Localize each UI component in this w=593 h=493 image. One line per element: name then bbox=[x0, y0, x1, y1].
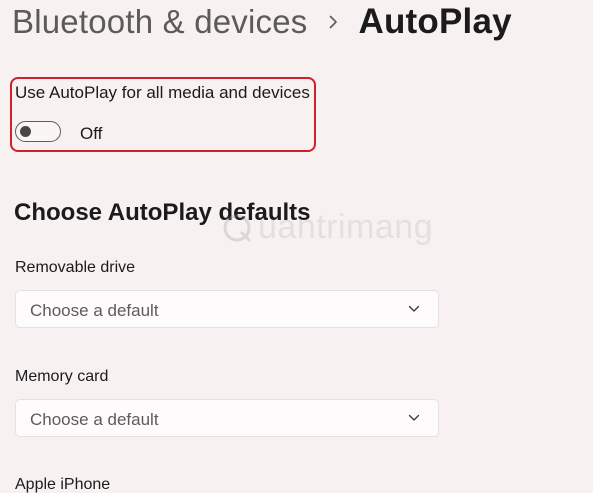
toggle-knob bbox=[20, 125, 31, 137]
memory-card-label: Memory card bbox=[15, 368, 109, 385]
breadcrumb: Bluetooth & devices AutoPlay bbox=[12, 2, 512, 42]
removable-drive-label: Removable drive bbox=[15, 259, 136, 276]
memory-card-dropdown[interactable]: Choose a default bbox=[15, 399, 439, 437]
autoplay-toggle[interactable] bbox=[15, 121, 61, 142]
chevron-down-icon bbox=[408, 414, 420, 421]
section-title: Choose AutoPlay defaults bbox=[14, 199, 311, 226]
removable-drive-dropdown[interactable]: Choose a default bbox=[15, 290, 439, 328]
dropdown-value: Choose a default bbox=[30, 410, 159, 429]
page-title: AutoPlay bbox=[358, 2, 512, 41]
chevron-right-icon bbox=[329, 15, 338, 29]
apple-iphone-label: Apple iPhone bbox=[15, 476, 111, 493]
toggle-state-label: Off bbox=[80, 124, 103, 143]
breadcrumb-parent-link[interactable]: Bluetooth & devices bbox=[12, 3, 307, 41]
chevron-down-icon bbox=[408, 305, 420, 312]
autoplay-setting-label: Use AutoPlay for all media and devices bbox=[15, 83, 310, 102]
dropdown-value: Choose a default bbox=[30, 301, 159, 320]
